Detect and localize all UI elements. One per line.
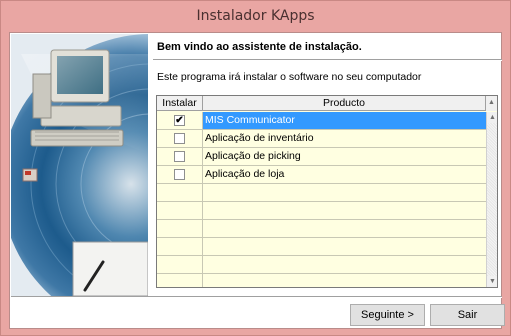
- product-name: [203, 238, 486, 255]
- product-name: [203, 184, 486, 201]
- product-name: Aplicação de picking: [205, 150, 301, 162]
- product-name: MIS Communicator: [203, 112, 486, 129]
- install-cell: [157, 148, 203, 165]
- table-row[interactable]: Aplicação de picking: [157, 148, 486, 166]
- table-row[interactable]: [157, 184, 486, 202]
- wizard-heading: Bem vindo ao assistente de instalação.: [157, 41, 362, 53]
- vertical-scrollbar[interactable]: ▲ ▼: [486, 112, 497, 287]
- install-cell: ✔: [157, 112, 203, 129]
- table-row[interactable]: [157, 220, 486, 238]
- table-row[interactable]: [157, 256, 486, 274]
- install-checkbox[interactable]: [174, 133, 185, 144]
- window-title: Instalador KApps: [196, 8, 315, 24]
- install-cell: [157, 238, 203, 255]
- product-name: [203, 256, 486, 273]
- install-cell: [157, 166, 203, 183]
- installer-window: Instalador KApps Bem vindo ao assistente…: [0, 0, 511, 336]
- install-cell: [157, 184, 203, 201]
- table-row[interactable]: Aplicação de loja: [157, 166, 486, 184]
- install-checkbox[interactable]: [174, 151, 185, 162]
- table-header: Instalar Producto: [157, 96, 497, 111]
- table-row[interactable]: ✔ MIS Communicator: [157, 112, 486, 130]
- table-row[interactable]: [157, 274, 486, 287]
- products-table: Instalar Producto ▲ ✔ MIS Communicator Apl…: [156, 95, 498, 288]
- wizard-panel: Bem vindo ao assistente de instalação. E…: [9, 32, 505, 329]
- install-checkbox[interactable]: ✔: [174, 115, 185, 126]
- setup-illustration: [11, 34, 148, 296]
- table-row[interactable]: [157, 202, 486, 220]
- product-name: Aplicação de inventário: [205, 132, 314, 144]
- next-button[interactable]: Seguinte >: [350, 304, 425, 326]
- column-header-install[interactable]: Instalar: [157, 96, 203, 110]
- column-header-product[interactable]: Producto: [203, 96, 486, 110]
- scroll-corner: ▲: [486, 96, 497, 111]
- product-name: [203, 220, 486, 237]
- product-name: [203, 274, 486, 287]
- install-cell: [157, 220, 203, 237]
- product-name: [203, 202, 486, 219]
- scroll-down-icon[interactable]: ▼: [487, 276, 497, 287]
- install-cell: [157, 256, 203, 273]
- scroll-up-icon[interactable]: ▲: [487, 112, 497, 123]
- exit-button[interactable]: Sair: [430, 304, 505, 326]
- table-body: ✔ MIS Communicator Aplicação de inventário…: [157, 112, 486, 287]
- install-cell: [157, 202, 203, 219]
- table-row[interactable]: Aplicação de inventário: [157, 130, 486, 148]
- wizard-description: Este programa irá instalar o software no…: [157, 71, 422, 83]
- install-cell: [157, 274, 203, 287]
- install-checkbox[interactable]: [174, 169, 185, 180]
- install-cell: [157, 130, 203, 147]
- product-name: Aplicação de loja: [205, 168, 285, 180]
- table-row[interactable]: [157, 238, 486, 256]
